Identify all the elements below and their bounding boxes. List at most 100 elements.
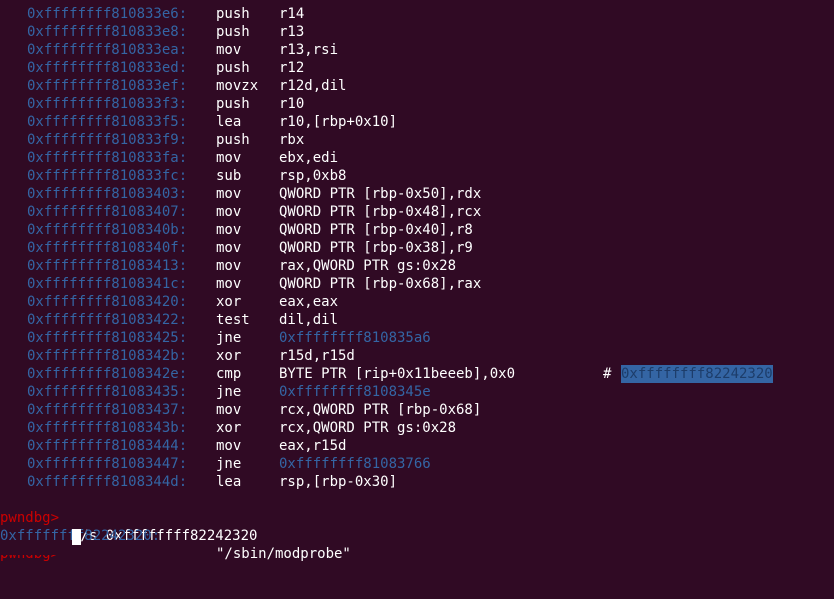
instruction-mnemonic: mov [216, 186, 242, 202]
instruction-mnemonic: mov [216, 42, 242, 58]
instruction-mnemonic: jne [216, 330, 242, 346]
disasm-row: 0xffffffff81083413: mov rax,QWORD PTR gs:0… [0, 257, 834, 275]
instruction-address: 0xffffffff810833fa: [27, 150, 188, 166]
disasm-row: 0xffffffff810833fc: sub rsp,0xb8 [0, 167, 834, 185]
current-prompt-label: pwndbg> [0, 546, 60, 562]
instruction-operands: QWORD PTR [rbp-0x68],rax [279, 276, 482, 292]
instruction-address: 0xffffffff810833f3: [27, 96, 188, 112]
instruction-mnemonic: movzx [216, 78, 259, 94]
disasm-row: 0xffffffff810833ea: mov r13,rsi [0, 41, 834, 59]
instruction-address: 0xffffffff81083425: [27, 330, 188, 346]
instruction-operands: QWORD PTR [rbp-0x50],rdx [279, 186, 482, 202]
instruction-operands: r13,rsi [279, 42, 339, 58]
terminal-window[interactable]: 0xffffffff810833e6: push r14 0xffffffff8108… [0, 5, 834, 562]
comment-marker: # [603, 366, 612, 382]
disasm-row: 0xffffffff8108342e: cmp BYTE PTR [rip+0x11… [0, 365, 834, 383]
jump-target-address: 0xffffffff8108345e [279, 384, 431, 400]
disasm-row: 0xffffffff8108343b: xor rcx,QWORD PTR gs:0… [0, 419, 834, 437]
selected-address-highlight[interactable]: 0xffffffff82242320 [621, 365, 773, 383]
instruction-address: 0xffffffff810833ef: [27, 78, 188, 94]
instruction-address: 0xffffffff810833ea: [27, 42, 188, 58]
current-prompt-line[interactable]: pwndbg> [0, 527, 834, 562]
instruction-address: 0xffffffff81083435: [27, 384, 188, 400]
instruction-operands: QWORD PTR [rbp-0x48],rcx [279, 204, 482, 220]
instruction-operands: r12d,dil [279, 78, 347, 94]
instruction-address: 0xffffffff8108344d: [27, 474, 188, 490]
instruction-address: 0xffffffff81083437: [27, 402, 188, 418]
instruction-operands: BYTE PTR [rip+0x11beeeb],0x0 [279, 366, 516, 382]
instruction-mnemonic: xor [216, 348, 242, 364]
output-string: "/sbin/modprobe" [216, 546, 351, 562]
instruction-mnemonic: lea [216, 114, 242, 130]
disasm-row: 0xffffffff81083444: mov eax,r15d [0, 437, 834, 455]
text-cursor[interactable] [72, 529, 81, 545]
disasm-row: 0xffffffff81083420: xor eax,eax [0, 293, 834, 311]
instruction-address: 0xffffffff81083413: [27, 258, 188, 274]
disasm-row: 0xffffffff810833ed: push r12 [0, 59, 834, 77]
disasm-row: 0xffffffff810833e6: push r14 [0, 5, 834, 23]
instruction-operands: rbx [279, 132, 305, 148]
instruction-operands: rsp,0xb8 [279, 168, 347, 184]
instruction-operands: dil,dil [279, 312, 339, 328]
instruction-operands: eax,r15d [279, 438, 347, 454]
instruction-address: 0xffffffff8108341c: [27, 276, 188, 292]
instruction-mnemonic: push [216, 24, 250, 40]
prompt-line: pwndbg> x/s 0xffffffff82242320 [0, 491, 834, 544]
instruction-mnemonic: mov [216, 402, 242, 418]
disasm-row: 0xffffffff810833f5: lea r10,[rbp+0x10] [0, 113, 834, 131]
instruction-operands: rcx,QWORD PTR gs:0x28 [279, 420, 457, 436]
disasm-row: 0xffffffff8108344d: lea rsp,[rbp-0x30] [0, 473, 834, 491]
instruction-address: 0xffffffff810833f5: [27, 114, 188, 130]
instruction-operands: r12 [279, 60, 305, 76]
disasm-row: 0xffffffff8108342b: xor r15d,r15d [0, 347, 834, 365]
disasm-row: 0xffffffff81083447: jne 0xffffffff81083766 [0, 455, 834, 473]
output-line: 0xffffffff82242320: "/sbin/modprobe" [0, 509, 834, 562]
instruction-address: 0xffffffff8108343b: [27, 420, 188, 436]
instruction-address: 0xffffffff8108342b: [27, 348, 188, 364]
instruction-operands: rax,QWORD PTR gs:0x28 [279, 258, 457, 274]
instruction-mnemonic: jne [216, 384, 242, 400]
jump-target-address: 0xffffffff810835a6 [279, 330, 431, 346]
disasm-row: 0xffffffff810833ef: movzx r12d,dil [0, 77, 834, 95]
instruction-operands: rsp,[rbp-0x30] [279, 474, 398, 490]
disassembly-listing: 0xffffffff810833e6: push r14 0xffffffff8108… [0, 5, 834, 491]
instruction-operands: r14 [279, 6, 305, 22]
disasm-row: 0xffffffff810833fa: mov ebx,edi [0, 149, 834, 167]
instruction-address: 0xffffffff81083447: [27, 456, 188, 472]
instruction-mnemonic: mov [216, 150, 242, 166]
instruction-address: 0xffffffff810833fc: [27, 168, 188, 184]
instruction-mnemonic: sub [216, 168, 242, 184]
instruction-mnemonic: push [216, 6, 250, 22]
instruction-mnemonic: xor [216, 294, 242, 310]
disasm-row: 0xffffffff81083425: jne 0xffffffff810835a6 [0, 329, 834, 347]
instruction-address: 0xffffffff810833ed: [27, 60, 188, 76]
instruction-mnemonic: jne [216, 456, 242, 472]
instruction-mnemonic: mov [216, 222, 242, 238]
instruction-operands: rcx,QWORD PTR [rbp-0x68] [279, 402, 482, 418]
instruction-address: 0xffffffff81083420: [27, 294, 188, 310]
instruction-operands: r10 [279, 96, 305, 112]
disasm-row: 0xffffffff81083407: mov QWORD PTR [rbp-0x4… [0, 203, 834, 221]
instruction-operands: r15d,r15d [279, 348, 355, 364]
instruction-mnemonic: mov [216, 438, 242, 454]
disasm-row: 0xffffffff8108340b: mov QWORD PTR [rbp-0x4… [0, 221, 834, 239]
instruction-operands: QWORD PTR [rbp-0x40],r8 [279, 222, 473, 238]
disasm-row: 0xffffffff8108340f: mov QWORD PTR [rbp-0x3… [0, 239, 834, 257]
jump-target-address: 0xffffffff81083766 [279, 456, 431, 472]
instruction-mnemonic: mov [216, 258, 242, 274]
instruction-mnemonic: cmp [216, 366, 242, 382]
instruction-address: 0xffffffff81083403: [27, 186, 188, 202]
instruction-mnemonic: push [216, 132, 250, 148]
instruction-address: 0xffffffff8108342e: [27, 366, 188, 382]
instruction-operands: eax,eax [279, 294, 339, 310]
disasm-row: 0xffffffff81083435: jne 0xffffffff8108345e [0, 383, 834, 401]
instruction-mnemonic: push [216, 60, 250, 76]
instruction-address: 0xffffffff81083422: [27, 312, 188, 328]
instruction-mnemonic: xor [216, 420, 242, 436]
disasm-row: 0xffffffff81083403: mov QWORD PTR [rbp-0x5… [0, 185, 834, 203]
instruction-address: 0xffffffff8108340f: [27, 240, 188, 256]
instruction-address: 0xffffffff81083444: [27, 438, 188, 454]
instruction-address: 0xffffffff81083407: [27, 204, 188, 220]
instruction-address: 0xffffffff8108340b: [27, 222, 188, 238]
instruction-operands: r10,[rbp+0x10] [279, 114, 398, 130]
